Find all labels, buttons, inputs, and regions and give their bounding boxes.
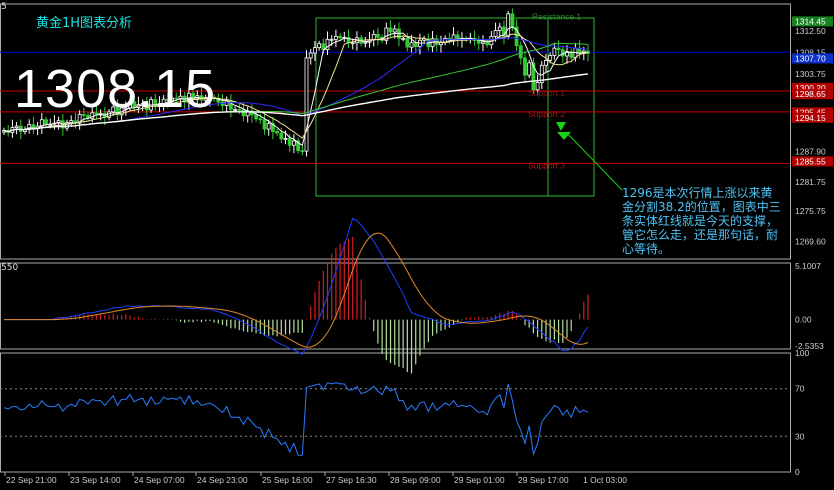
x-tick-label: 24 Sep 07:00 xyxy=(134,475,185,485)
candle-body xyxy=(321,43,326,51)
rsi-panel-frame xyxy=(0,352,791,473)
candle-body xyxy=(241,109,246,117)
price-badge-label: 1298.65 xyxy=(795,89,826,99)
rsi-tick-label: 0 xyxy=(795,467,800,477)
candle-body xyxy=(506,13,511,37)
zone-label-1: Support 1 xyxy=(528,88,565,98)
candle-body xyxy=(317,43,322,49)
big-price-display: 1308.15 xyxy=(14,59,217,119)
candle-body xyxy=(409,42,414,48)
candle-body xyxy=(279,132,284,140)
candle-body xyxy=(287,137,292,146)
candle-body xyxy=(233,109,237,111)
macd-panel-frame xyxy=(0,262,791,350)
candle-body xyxy=(338,35,343,39)
candle-body xyxy=(300,150,305,153)
candle-body xyxy=(254,114,258,120)
candle-body xyxy=(493,30,498,37)
price-tick-label: 1281.75 xyxy=(795,177,826,187)
candle-body xyxy=(308,52,313,59)
analysis-annotation: 1296是本次行情上涨以来黄金分割38.2的位置，图表中三条实体红线就是今天的支… xyxy=(622,186,781,256)
candle-body xyxy=(527,62,532,76)
price-badge-label: 1307.70 xyxy=(795,53,826,63)
macd-fast-line xyxy=(4,217,589,355)
x-tick-label: 27 Sep 16:30 xyxy=(326,475,377,485)
price-tick-label: 1269.60 xyxy=(795,236,826,246)
x-tick-label: 22 Sep 21:00 xyxy=(6,475,57,485)
macd-signal-line xyxy=(4,232,589,348)
zone-label-3: Support 3 xyxy=(528,160,565,170)
candle-body xyxy=(497,26,502,31)
rsi-tick-label: 30 xyxy=(795,431,805,441)
candle-body xyxy=(523,57,527,76)
candle-body xyxy=(392,28,397,33)
candle-body xyxy=(350,42,355,45)
candle-body xyxy=(69,120,74,124)
candle-body xyxy=(258,118,263,121)
candle-body xyxy=(388,27,393,33)
down-arrow-marker xyxy=(556,122,566,131)
macd-tick-label: 5.1007 xyxy=(795,261,821,271)
price-tick-label: 1287.90 xyxy=(795,147,826,157)
candle-body xyxy=(334,35,338,40)
candle-body xyxy=(476,39,481,44)
zone-label-2: Support 2 xyxy=(528,109,565,119)
symbol-corner-label: 5 xyxy=(1,2,7,12)
x-tick-label: 23 Sep 14:00 xyxy=(70,475,121,485)
candle-body xyxy=(481,41,485,44)
candle-body xyxy=(266,123,271,130)
candle-body xyxy=(44,119,48,125)
price-tick-label: 1275.75 xyxy=(795,206,826,216)
candle-body xyxy=(237,109,242,111)
candle-body xyxy=(510,13,515,28)
price-tick-label: 1303.75 xyxy=(795,69,826,79)
candle-body xyxy=(544,59,548,66)
candle-body xyxy=(262,119,267,130)
zone-label-0: Resistance 1 xyxy=(532,11,581,21)
rsi-tick-label: 70 xyxy=(795,384,805,394)
candle-body xyxy=(401,37,406,40)
candle-body xyxy=(275,131,279,134)
x-tick-label: 29 Sep 17:00 xyxy=(518,475,569,485)
marker-icon xyxy=(557,132,571,140)
price-badge-label: 1294.15 xyxy=(795,113,826,123)
x-tick-label: 29 Sep 01:00 xyxy=(454,475,505,485)
candle-body xyxy=(304,57,309,152)
macd-label: 550 xyxy=(1,263,19,273)
candle-body xyxy=(291,140,296,146)
rsi-tick-label: 100 xyxy=(795,348,809,358)
price-badge-label: 1314.45 xyxy=(795,16,826,26)
candle-body xyxy=(518,45,523,59)
x-tick-label: 1 Oct 03:00 xyxy=(583,475,627,485)
x-tick-label: 24 Sep 23:00 xyxy=(197,475,248,485)
candle-body xyxy=(14,125,19,128)
candle-body xyxy=(552,47,557,56)
candle-body xyxy=(548,55,553,61)
candle-body xyxy=(363,41,368,44)
x-tick-label: 25 Sep 16:00 xyxy=(262,475,313,485)
candle-body xyxy=(376,34,380,38)
candle-body xyxy=(228,100,233,110)
rsi-line xyxy=(3,382,589,457)
candle-body xyxy=(413,42,418,48)
candle-body xyxy=(329,38,334,41)
price-tick-label: 1312.50 xyxy=(795,26,826,36)
chart-title: 黄金1H图表分析 xyxy=(36,16,133,31)
x-tick-label: 28 Sep 09:00 xyxy=(390,475,441,485)
candle-body xyxy=(560,49,565,57)
candle-body xyxy=(313,47,317,54)
candle-body xyxy=(283,137,288,140)
candle-body xyxy=(405,37,410,48)
candle-body xyxy=(556,47,561,51)
price-badge-label: 1285.55 xyxy=(795,156,826,166)
macd-tick-label: 0.00 xyxy=(795,315,812,325)
